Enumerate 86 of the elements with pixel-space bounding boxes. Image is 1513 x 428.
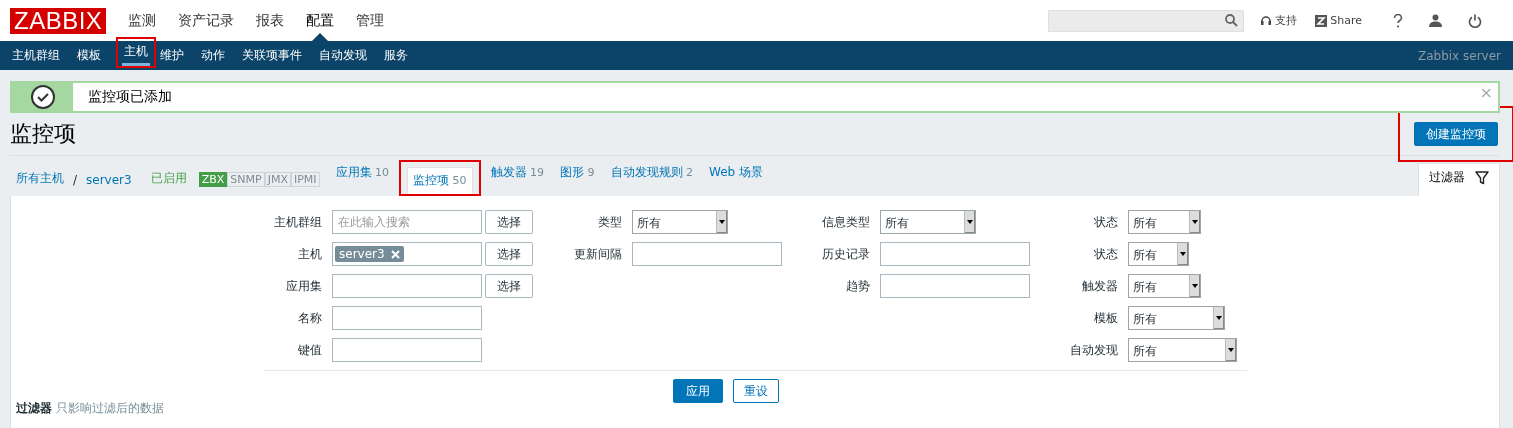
z-logo-icon <box>1315 14 1328 27</box>
select-button[interactable]: 选择 <box>485 242 533 266</box>
filter-label: 类型 <box>597 213 622 231</box>
availability-tag: IPMI <box>290 172 320 187</box>
headset-icon <box>1260 14 1273 27</box>
submenu-item[interactable]: 维护 <box>160 43 194 68</box>
availability-tag: JMX <box>264 172 291 187</box>
filter-dropdown[interactable]: 所有 <box>1128 210 1201 234</box>
check-icon <box>30 85 55 109</box>
submenu-item[interactable]: 服务 <box>384 43 418 68</box>
create-item-button[interactable]: 创建监控项 <box>1414 122 1498 146</box>
caret-icon <box>1180 252 1186 256</box>
filter-label: 键值 <box>297 341 322 359</box>
share-link[interactable]: Share <box>1315 14 1362 27</box>
availability-tag: SNMP <box>227 172 265 187</box>
filter-label: 自动发现 <box>1069 341 1118 359</box>
filter-label: 更新间隔 <box>573 245 622 263</box>
submenu-item[interactable]: 关联项事件 <box>242 43 312 68</box>
search-field[interactable] <box>1048 9 1245 32</box>
filter-input[interactable] <box>332 274 482 298</box>
main-menu-item[interactable]: 资产记录 <box>168 0 245 41</box>
select-button[interactable]: 选择 <box>485 274 533 298</box>
tab[interactable]: Web 场景 <box>705 160 768 185</box>
breadcrumb-separator: / <box>73 173 78 187</box>
message-text: 监控项已添加 <box>88 88 172 106</box>
availability-tag: ZBX <box>198 172 228 187</box>
filter-input[interactable] <box>880 274 1030 298</box>
filter-label: 触发器 <box>1081 277 1118 295</box>
filter-input[interactable] <box>332 338 482 362</box>
breadcrumb-link[interactable]: 所有主机 <box>16 170 64 187</box>
caret-icon <box>1192 284 1198 288</box>
filter-label: 状态 <box>1093 213 1118 231</box>
filter-note: 过滤器 只影响过滤后的数据 <box>16 400 164 417</box>
apply-button[interactable]: 应用 <box>673 379 723 403</box>
main-menu-item[interactable]: 报表 <box>246 0 295 41</box>
filter-label: 主机 <box>297 245 322 263</box>
filter-label: 名称 <box>297 309 322 327</box>
filter-dropdown[interactable]: 所有 <box>1128 338 1237 362</box>
filter-dropdown[interactable]: 所有 <box>632 210 728 234</box>
select-button[interactable]: 选择 <box>485 210 533 234</box>
main-menu-item[interactable]: 监测 <box>118 0 167 41</box>
server-name: Zabbix server <box>1417 48 1501 63</box>
filter-label: 信息类型 <box>821 213 870 231</box>
caret-icon <box>1192 220 1198 224</box>
filter-label: 状态 <box>1093 245 1118 263</box>
help-icon[interactable] <box>1393 13 1403 28</box>
page-title: 监控项 <box>10 120 76 148</box>
filter-dropdown[interactable]: 所有 <box>880 210 976 234</box>
breadcrumb-link[interactable]: server3 <box>86 173 132 187</box>
filter-label: 主机群组 <box>273 213 322 231</box>
submenu-item[interactable]: 自动发现 <box>319 43 377 68</box>
tab[interactable]: 应用集 10 <box>331 160 394 185</box>
filter-icon <box>1475 170 1489 185</box>
zabbix-logo[interactable]: ZABBIX <box>10 7 107 34</box>
filter-tab[interactable]: 过滤器 <box>1418 163 1500 196</box>
filter-label: 历史记录 <box>821 245 870 263</box>
caret-icon <box>1228 348 1234 352</box>
submenu-item[interactable]: 模板 <box>77 43 111 68</box>
filter-label: 应用集 <box>285 277 322 295</box>
caret-icon <box>1216 316 1222 320</box>
remove-icon[interactable] <box>390 249 400 259</box>
tab[interactable]: 触发器 19 <box>486 160 549 185</box>
tab[interactable]: 自动发现规则 2 <box>606 160 698 185</box>
submenu-item[interactable]: 动作 <box>201 43 235 68</box>
filter-label: 模板 <box>1093 309 1118 327</box>
filter-input[interactable] <box>632 242 782 266</box>
filter-input[interactable] <box>332 306 482 330</box>
tab[interactable]: 图形 9 <box>556 160 599 185</box>
main-menu-item[interactable]: 管理 <box>346 0 395 41</box>
submenu-item[interactable]: 主机群组 <box>12 43 70 68</box>
filter-dropdown[interactable]: 所有 <box>1128 242 1189 266</box>
search-icon[interactable] <box>1225 14 1239 27</box>
submenu-item[interactable]: 主机 <box>122 41 150 66</box>
host-status: 已启用 <box>150 170 187 187</box>
reset-button[interactable]: 重设 <box>733 379 779 403</box>
user-icon[interactable] <box>1429 14 1442 27</box>
support-link[interactable]: 支持 <box>1260 13 1298 28</box>
tab[interactable]: 监控项 50 <box>407 167 473 194</box>
caret-icon <box>719 220 725 224</box>
filter-dropdown[interactable]: 所有 <box>1128 274 1201 298</box>
filter-dropdown[interactable]: 所有 <box>1128 306 1225 330</box>
power-icon[interactable] <box>1468 13 1482 28</box>
filter-label: 趋势 <box>845 277 870 295</box>
filter-input[interactable] <box>880 242 1030 266</box>
caret-icon <box>967 220 973 224</box>
filter-input[interactable]: 在此输入搜索 <box>332 210 482 234</box>
